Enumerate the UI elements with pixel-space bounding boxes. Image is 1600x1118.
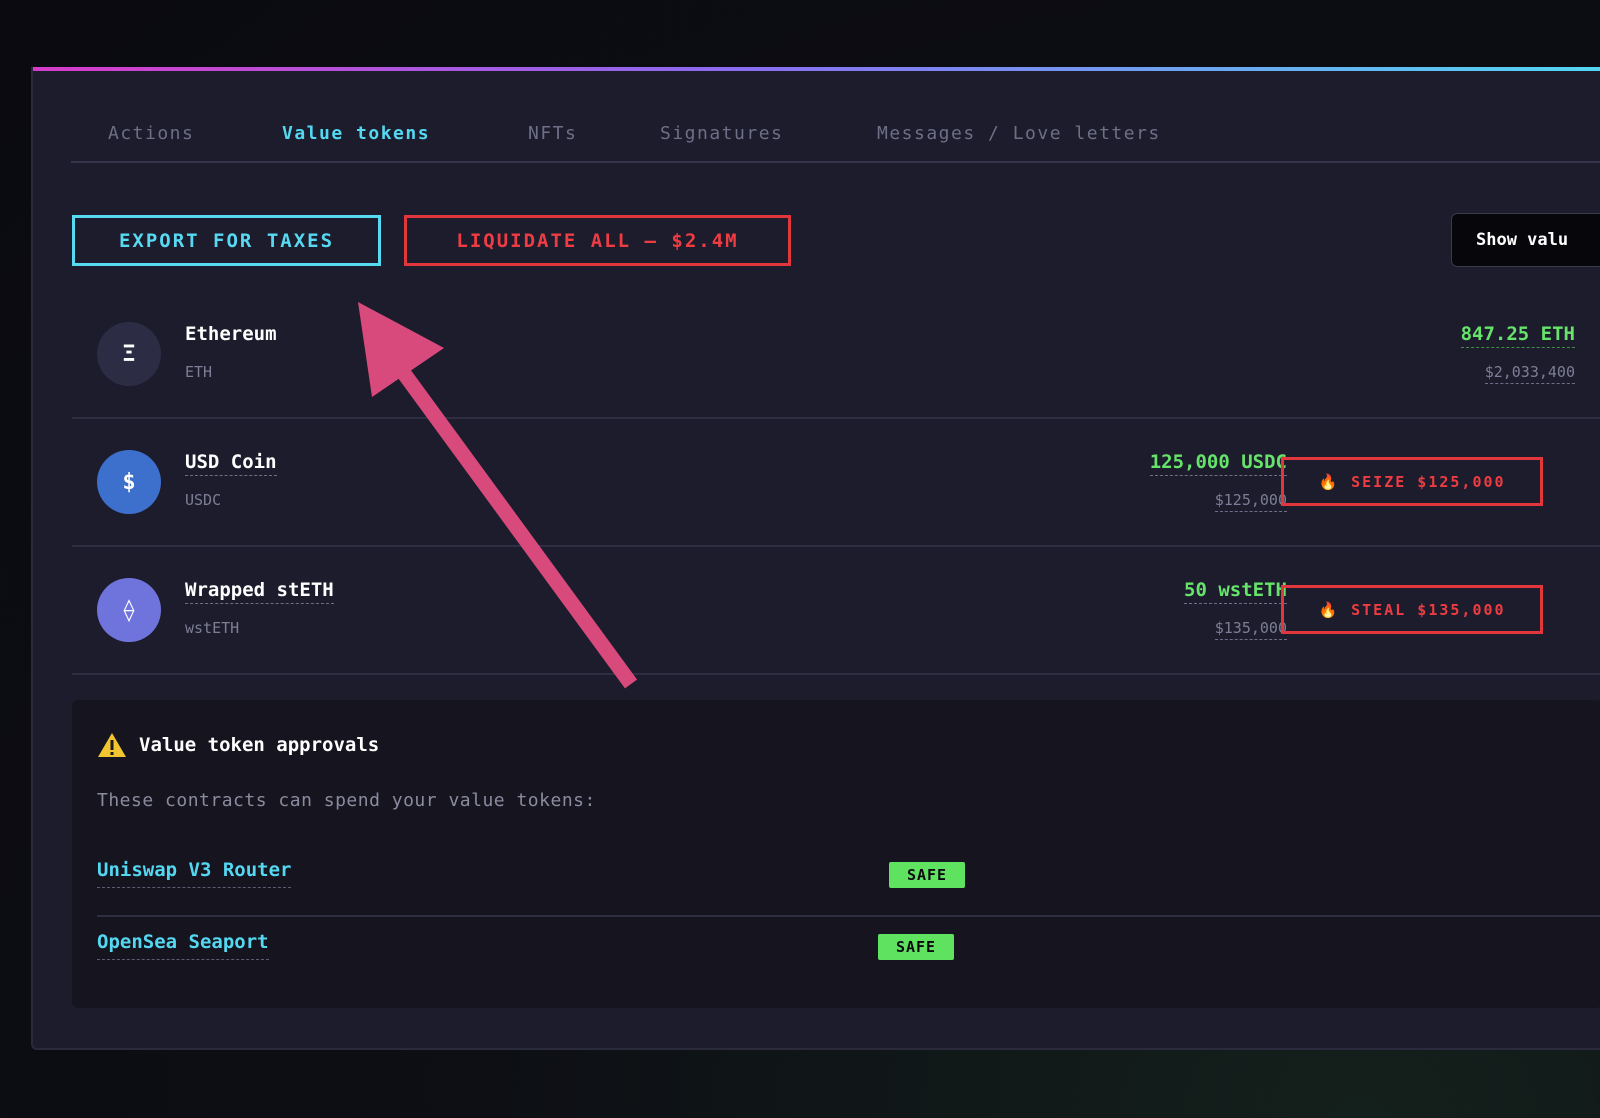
seize-button[interactable]: 🔥 SEIZE $125,000 xyxy=(1281,457,1543,506)
token-name[interactable]: Wrapped stETH xyxy=(185,579,334,604)
ethereum-icon: Ξ xyxy=(97,322,161,386)
token-usd-value[interactable]: $125,000 xyxy=(1214,491,1287,512)
token-row-usdc: $ USD Coin USDC 125,000 USDC $125,000 🔥 … xyxy=(72,418,1600,547)
approvals-description: These contracts can spend your value tok… xyxy=(97,790,596,811)
token-name: Ethereum xyxy=(185,323,277,345)
token-symbol: ETH xyxy=(185,363,213,381)
warning-icon xyxy=(98,733,126,757)
flame-icon: 🔥 xyxy=(1318,600,1340,619)
token-usd-value[interactable]: $135,000 xyxy=(1214,619,1287,640)
flame-icon: 🔥 xyxy=(1318,472,1340,491)
tab-nfts[interactable]: NFTs xyxy=(528,123,577,144)
liquidate-all-button[interactable]: LIQUIDATE ALL — $2.4M xyxy=(404,215,791,266)
token-row-wsteth: ⟠ Wrapped stETH wstETH 50 wstETH $135,00… xyxy=(72,546,1600,675)
approvals-section: Value token approvals These contracts ca… xyxy=(72,700,1600,1008)
token-symbol: wstETH xyxy=(185,619,240,637)
token-row-ethereum: Ξ Ethereum ETH 847.25 ETH $2,033,400 xyxy=(72,290,1600,419)
tab-value-tokens[interactable]: Value tokens xyxy=(282,123,430,144)
show-values-button[interactable]: Show valu xyxy=(1451,213,1600,267)
approval-contract-link[interactable]: OpenSea Seaport xyxy=(97,931,269,960)
usdc-icon: $ xyxy=(97,450,161,514)
steal-button[interactable]: 🔥 STEAL $135,000 xyxy=(1281,585,1543,634)
safe-badge: SAFE xyxy=(889,862,965,888)
gradient-top-border xyxy=(33,67,1600,71)
token-usd-value[interactable]: $2,033,400 xyxy=(1484,363,1575,384)
approval-row-uniswap: Uniswap V3 Router SAFE xyxy=(97,845,1600,917)
token-amount[interactable]: 50 wstETH xyxy=(1184,579,1287,604)
tab-actions[interactable]: Actions xyxy=(108,123,194,144)
token-amount[interactable]: 847.25 ETH xyxy=(1460,323,1575,348)
approvals-heading: Value token approvals xyxy=(97,732,379,758)
tab-messages[interactable]: Messages / Love letters xyxy=(877,123,1161,144)
seize-label: SEIZE $125,000 xyxy=(1351,472,1506,491)
approvals-title: Value token approvals xyxy=(139,734,380,756)
steal-label: STEAL $135,000 xyxy=(1351,600,1506,619)
wsteth-icon: ⟠ xyxy=(97,578,161,642)
safe-badge: SAFE xyxy=(878,934,954,960)
tab-bar: Actions Value tokens NFTs Signatures Mes… xyxy=(71,123,1600,163)
main-panel: Actions Value tokens NFTs Signatures Mes… xyxy=(31,67,1600,1050)
approval-row-opensea: OpenSea Seaport SAFE xyxy=(97,917,1600,987)
token-symbol: USDC xyxy=(185,491,222,509)
tab-signatures[interactable]: Signatures xyxy=(660,123,783,144)
export-for-taxes-button[interactable]: EXPORT FOR TAXES xyxy=(72,215,381,266)
approval-contract-link[interactable]: Uniswap V3 Router xyxy=(97,859,292,888)
token-amount[interactable]: 125,000 USDC xyxy=(1149,451,1287,476)
token-name[interactable]: USD Coin xyxy=(185,451,277,476)
